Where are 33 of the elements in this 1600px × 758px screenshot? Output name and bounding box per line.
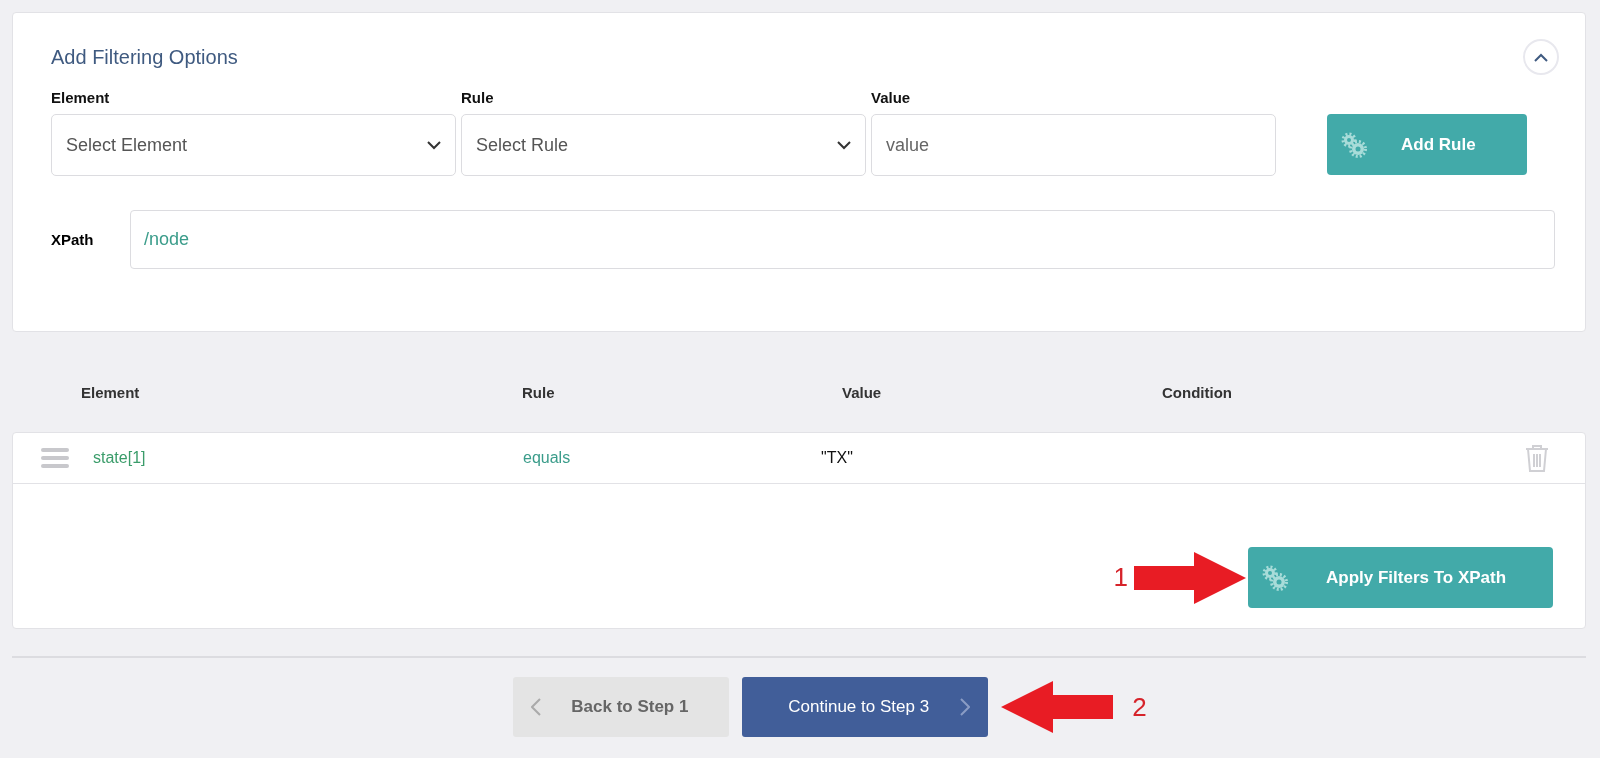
- field-label: Element: [51, 89, 111, 106]
- element-cell-text: state[1]: [93, 449, 147, 467]
- annotation-number: 1: [1113, 562, 1128, 593]
- gears-icon: [1341, 131, 1367, 158]
- select-field[interactable]: Select Element: [51, 114, 456, 176]
- continue-button[interactable]: Continue to Step 3: [742, 677, 989, 737]
- annotation-number: 2: [1132, 691, 1147, 723]
- value-cell-text: "TX": [821, 449, 854, 467]
- column-header: Element: [81, 384, 141, 403]
- xpath-field[interactable]: /node: [130, 210, 1555, 269]
- chevron-up-icon: [1534, 52, 1548, 62]
- select-field[interactable]: Select Rule: [461, 114, 866, 176]
- right-arrow-icon: [1134, 551, 1246, 604]
- trash-icon[interactable]: [1525, 444, 1549, 472]
- apply-filters-button[interactable]: Apply Filters To XPath: [1248, 547, 1553, 608]
- chevron-right-icon: [960, 698, 971, 716]
- gears-icon: [1262, 564, 1288, 591]
- drag-handle-icon[interactable]: [41, 448, 69, 468]
- chevron-down-icon: [427, 140, 441, 150]
- add-rule-button[interactable]: Add Rule: [1327, 114, 1527, 175]
- field-label: Rule: [461, 89, 495, 106]
- xpath-label: XPath: [51, 231, 95, 248]
- chevron-down-icon: [837, 140, 851, 150]
- chevron-left-icon: [531, 698, 542, 716]
- column-header: Value: [842, 384, 883, 403]
- column-header: Rule: [522, 384, 556, 403]
- collapse-button[interactable]: [1523, 39, 1559, 75]
- field-label: Value: [871, 89, 912, 106]
- value-input[interactable]: value: [871, 114, 1276, 176]
- panel-title: Add Filtering Options: [51, 45, 238, 69]
- left-arrow-icon: [1001, 681, 1114, 733]
- rule-cell-text: equals: [523, 449, 572, 467]
- column-header: Condition: [1162, 384, 1233, 403]
